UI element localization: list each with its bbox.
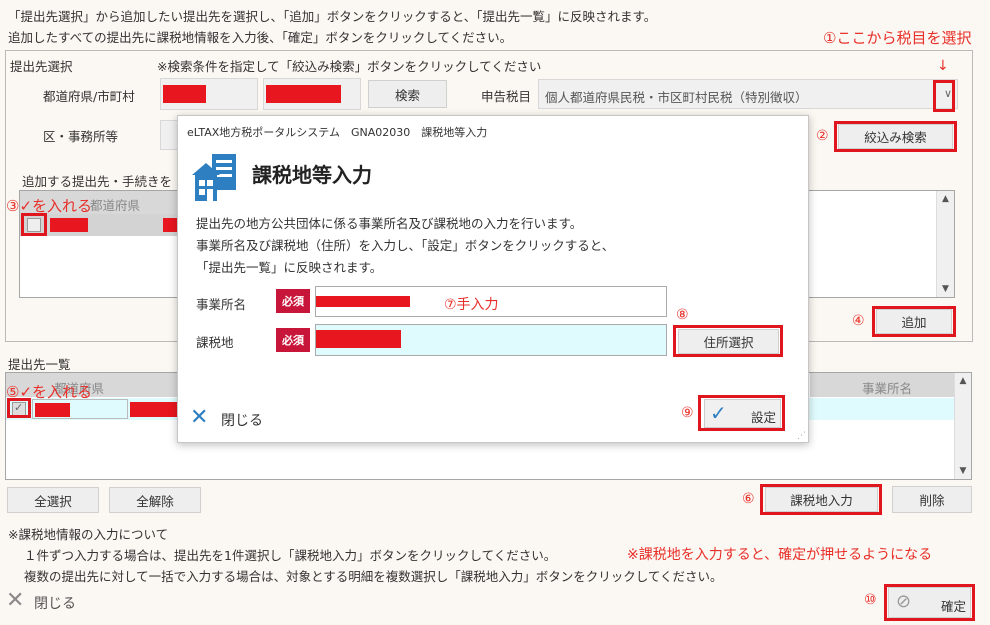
annotation-box-6: [760, 484, 882, 515]
ward-label: 区・事務所等: [43, 129, 119, 144]
redaction: [266, 85, 341, 103]
notes-title: ※課税地情報の入力について: [8, 527, 169, 542]
dialog-desc-2: 事業所名及び課税地（住所）を入力し、「設定」ボタンをクリックすると、: [196, 238, 615, 253]
list-panel-title: 提出先一覧: [8, 357, 71, 372]
annotation-3: ③✓を入れる: [6, 197, 93, 215]
select-panel-title: 提出先選択: [10, 59, 73, 74]
annotation-box-1: [933, 80, 955, 112]
tax-select-value: 個人都道府県民税・市区町村民税（特別徴収）: [545, 90, 808, 105]
intro-line-2: 追加したすべての提出先に課税地情報を入力後、「確定」ボタンをクリックしてください…: [8, 30, 513, 45]
annotation-2: ②: [816, 128, 829, 144]
document-form-icon: [190, 153, 240, 203]
scroll-up-icon[interactable]: ▲: [955, 376, 971, 386]
scroll-down-icon[interactable]: ▼: [937, 284, 954, 294]
search-button[interactable]: 検索: [368, 80, 447, 108]
redaction: [316, 330, 401, 348]
required-badge: 必須: [276, 328, 310, 352]
column-header-office: 事業所名: [862, 381, 913, 396]
annotation-7: ⑦手入力: [444, 297, 499, 313]
dialog-heading: 課税地等入力: [252, 163, 372, 187]
office-label: 事業所名: [196, 297, 247, 312]
tax-label: 申告税目: [481, 89, 532, 104]
redaction: [316, 296, 410, 307]
notes-line-1: １件ずつ入力する場合は、提出先を1件選択し「課税地入力」ボタンをクリックしてくだ…: [24, 548, 557, 563]
annotation-6: ⑥: [742, 491, 755, 507]
annotation-5: ⑤✓を入れる: [6, 383, 93, 401]
taxplace-label: 課税地: [196, 335, 234, 350]
annotation-10: ⑩: [864, 592, 877, 608]
annotation-8: ⑧: [676, 307, 689, 323]
annotation-arrow: ↓: [937, 58, 949, 74]
column-header-pref: 都道府県: [90, 198, 141, 213]
required-badge: 必須: [276, 289, 310, 313]
dialog-desc-3: 「提出先一覧」に反映されます。: [196, 260, 383, 275]
notes-line-2: 複数の提出先に対して一括で入力する場合は、対象とする明細を複数選択し「課税地入力…: [24, 569, 723, 584]
annotation-box-9: [698, 395, 785, 431]
annotation-4: ④: [852, 313, 865, 329]
dialog-titlebar: eLTAX地方税ポータルシステム GNA02030 課税地等入力: [187, 126, 488, 139]
deselect-all-button[interactable]: 全解除: [109, 487, 201, 513]
close-icon: ✕: [6, 588, 25, 613]
tax-select[interactable]: 個人都道府県民税・市区町村民税（特別徴収） ∨: [538, 79, 958, 109]
resize-grip-icon[interactable]: ⋰: [797, 431, 806, 441]
redaction: [163, 218, 177, 232]
redaction: [130, 402, 177, 417]
annotation-box-10: [884, 584, 975, 621]
annotation-box-2: [834, 121, 957, 152]
pref-label: 都道府県/市町村: [43, 89, 135, 104]
tax-place-dialog: eLTAX地方税ポータルシステム GNA02030 課税地等入力 課税地等入力 …: [177, 115, 809, 443]
dialog-close-label: 閉じる: [221, 413, 263, 429]
annotation-box-4: [872, 306, 956, 337]
search-hint: ※検索条件を指定して「絞込み検索」ボタンをクリックしてください: [157, 59, 542, 74]
close-button[interactable]: ✕ 閉じる: [6, 588, 86, 613]
scroll-up-icon[interactable]: ▲: [937, 194, 954, 204]
annotation-9: ⑨: [681, 405, 694, 421]
select-all-button[interactable]: 全選択: [7, 487, 99, 513]
add-list-title: 追加する提出先・手続きを: [22, 174, 173, 189]
annotation-1: ①ここから税目を選択: [823, 29, 972, 47]
table-row-cell[interactable]: [809, 398, 954, 420]
annotation-box-8: [673, 325, 783, 357]
annotation-box-3: [21, 213, 47, 236]
intro-line-1: 「提出先選択」から追加したい提出先を選択し、「追加」ボタンをクリックすると、「提…: [8, 9, 657, 24]
close-label: 閉じる: [34, 596, 76, 612]
redaction: [50, 218, 88, 232]
dialog-desc-1: 提出先の地方公共団体に係る事業所名及び課税地の入力を行います。: [196, 216, 583, 231]
submission-scrollbar[interactable]: ▲ ▼: [954, 373, 971, 479]
close-icon: ✕: [190, 405, 209, 430]
dialog-close-button[interactable]: ✕ 閉じる: [190, 406, 280, 432]
scroll-down-icon[interactable]: ▼: [955, 466, 971, 476]
redaction: [35, 403, 70, 417]
annotation-note: ※課税地を入力すると、確定が押せるようになる: [627, 547, 933, 563]
redaction: [163, 85, 206, 103]
delete-button[interactable]: 削除: [892, 486, 972, 513]
candidate-scrollbar[interactable]: ▲ ▼: [936, 191, 954, 297]
submission-grid-header-right: 事業所名: [809, 373, 954, 397]
